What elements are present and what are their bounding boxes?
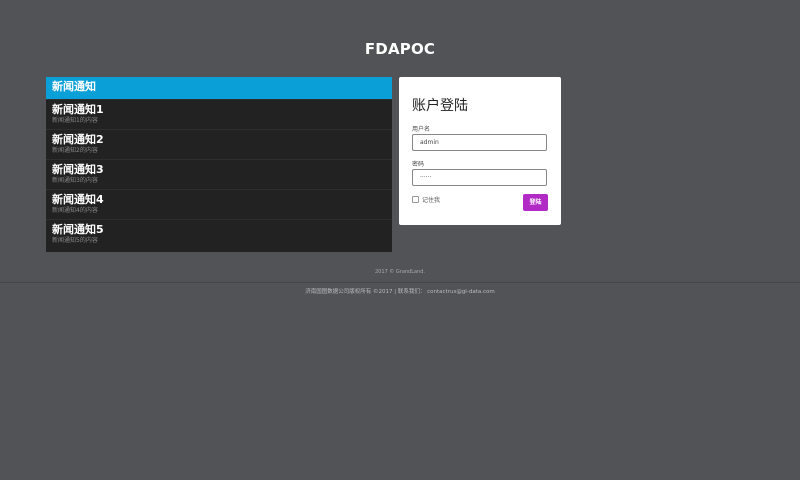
news-panel: 新闻通知 新闻通知1 新闻通知1的内容 新闻通知2 新闻通知2的内容 新闻通知3… (46, 77, 392, 252)
news-item-content: 新闻通知1的内容 (52, 117, 98, 124)
footer-divider (0, 282, 800, 283)
login-title: 账户登陆 (412, 98, 468, 114)
news-item[interactable]: 新闻通知1 新闻通知1的内容 (46, 99, 392, 129)
news-panel-header: 新闻通知 (46, 77, 392, 99)
username-input[interactable]: admin (412, 134, 547, 151)
news-item-title[interactable]: 新闻通知1 (52, 100, 392, 117)
login-button[interactable]: 登陆 (523, 194, 548, 211)
news-item[interactable]: 新闻通知5 新闻通知5的内容 (46, 219, 392, 249)
news-item-title[interactable]: 新闻通知5 (52, 220, 392, 237)
news-item[interactable]: 新闻通知4 新闻通知4的内容 (46, 189, 392, 219)
news-item-content: 新闻通知5的内容 (52, 237, 98, 244)
news-item-content: 新闻通知4的内容 (52, 207, 98, 214)
remember-label: 记住我 (422, 197, 441, 204)
password-input[interactable]: ······ (412, 169, 547, 186)
remember-checkbox[interactable] (412, 196, 419, 203)
news-item[interactable]: 新闻通知2 新闻通知2的内容 (46, 129, 392, 159)
news-item-content: 新闻通知2的内容 (52, 147, 98, 154)
username-label: 用户名 (412, 126, 431, 133)
news-item-title[interactable]: 新闻通知4 (52, 190, 392, 207)
news-item-content: 新闻通知3的内容 (52, 177, 98, 184)
page-title: FDAPOC (364, 40, 436, 58)
news-item-title[interactable]: 新闻通知3 (52, 160, 392, 177)
remember-me[interactable]: 记住我 (412, 195, 440, 204)
password-label: 密码 (412, 161, 425, 168)
footer-company-text: 济南国图数据公司版权所有 ©2017 | 联系我们： contactrus@gl… (305, 289, 495, 295)
copyright-text: 2017 © GrandLand. (374, 269, 426, 275)
news-item-title[interactable]: 新闻通知2 (52, 130, 392, 147)
news-item[interactable]: 新闻通知3 新闻通知3的内容 (46, 159, 392, 189)
